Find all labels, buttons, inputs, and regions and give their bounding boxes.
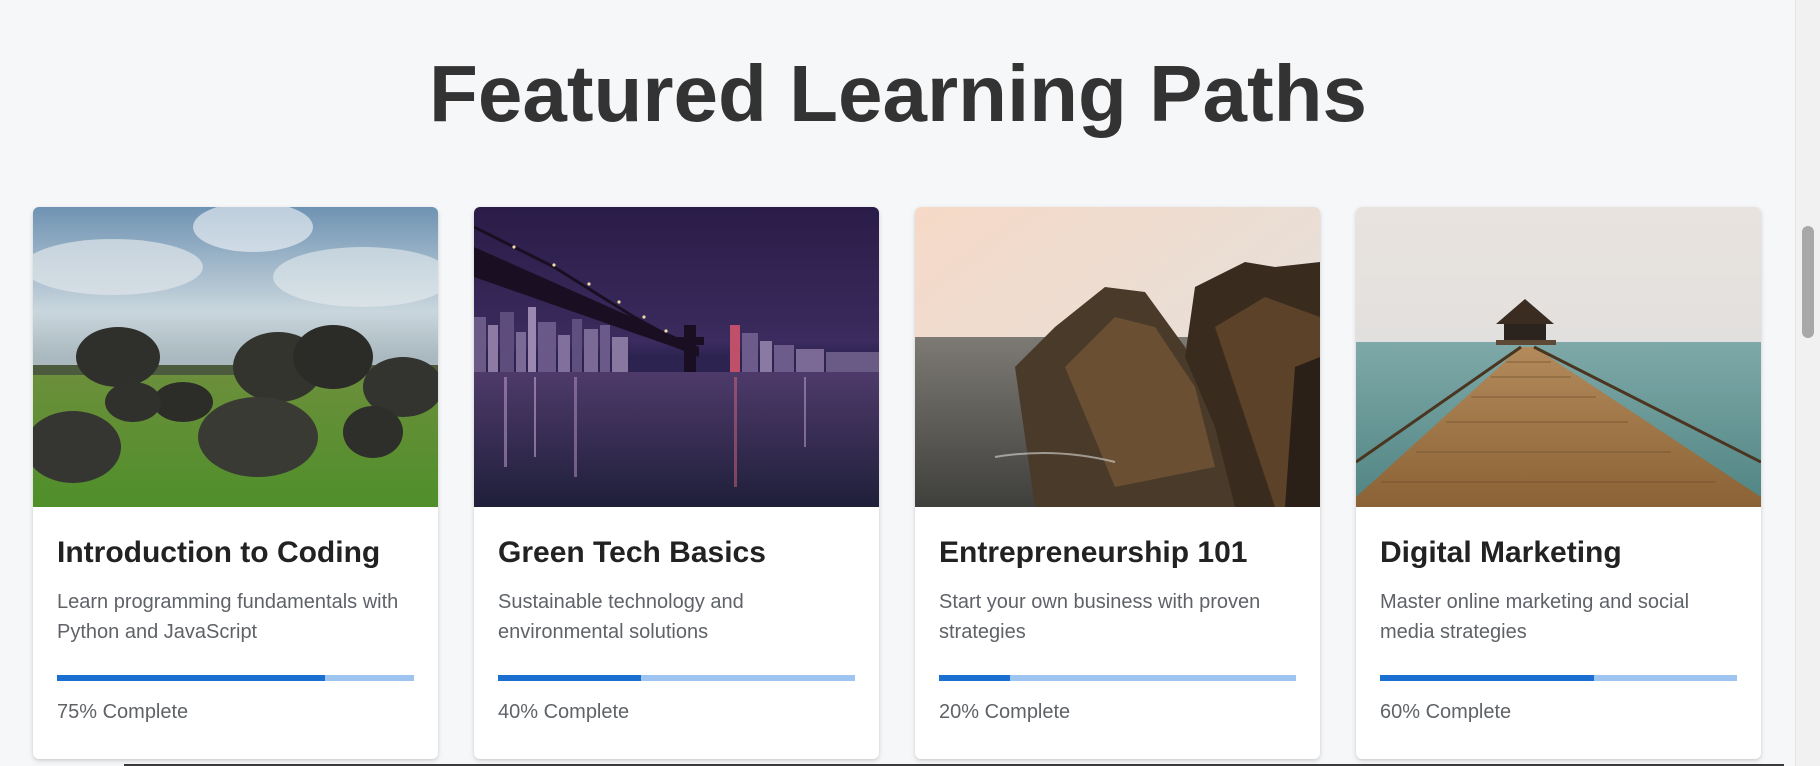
card-title: Digital Marketing [1380, 536, 1622, 569]
card-description: Learn programming fundamentals with Pyth… [57, 591, 399, 643]
learning-path-card[interactable]: Digital Marketing Master online marketin… [1356, 207, 1761, 759]
progress-bar-fill [498, 675, 641, 681]
card-image [1356, 207, 1761, 507]
progress-bar [1380, 675, 1737, 681]
page: Featured Learning Paths Introduction to … [0, 0, 1820, 766]
card-image [915, 207, 1320, 507]
progress-bar-fill [939, 675, 1011, 681]
progress-bar-fill [57, 675, 325, 681]
progress-label: 40% Complete [498, 701, 630, 723]
progress-label: 60% Complete [1380, 701, 1512, 723]
scrollbar-thumb[interactable] [1802, 226, 1814, 338]
card-body: Green Tech Basics Sustainable technology… [474, 507, 879, 725]
card-body: Digital Marketing Master online marketin… [1356, 507, 1761, 725]
card-description: Master online marketing and social media… [1380, 591, 1690, 643]
card-body: Entrepreneurship 101 Start your own busi… [915, 507, 1320, 725]
card-description: Start your own business with proven stra… [939, 591, 1261, 643]
card-title: Entrepreneurship 101 [939, 536, 1248, 569]
section-title: Featured Learning Paths [429, 49, 1367, 138]
progress-bar [498, 675, 855, 681]
card-image [33, 207, 438, 507]
progress-label: 20% Complete [939, 701, 1071, 723]
card-title: Green Tech Basics [498, 536, 766, 569]
vertical-scrollbar[interactable] [1795, 0, 1820, 766]
progress-bar-fill [1380, 675, 1595, 681]
card-body: Introduction to Coding Learn programming… [33, 507, 438, 725]
card-description: Sustainable technology and environmental… [498, 591, 744, 643]
progress-bar [939, 675, 1296, 681]
learning-path-card[interactable]: Introduction to Coding Learn programming… [33, 207, 438, 759]
card-image [474, 207, 879, 507]
learning-path-cards: Introduction to Coding Learn programming… [33, 207, 1761, 759]
learning-path-card[interactable]: Entrepreneurship 101 Start your own busi… [915, 207, 1320, 759]
learning-path-card[interactable]: Green Tech Basics Sustainable technology… [474, 207, 879, 759]
progress-bar [57, 675, 414, 681]
progress-label: 75% Complete [57, 701, 189, 723]
card-title: Introduction to Coding [57, 536, 381, 569]
